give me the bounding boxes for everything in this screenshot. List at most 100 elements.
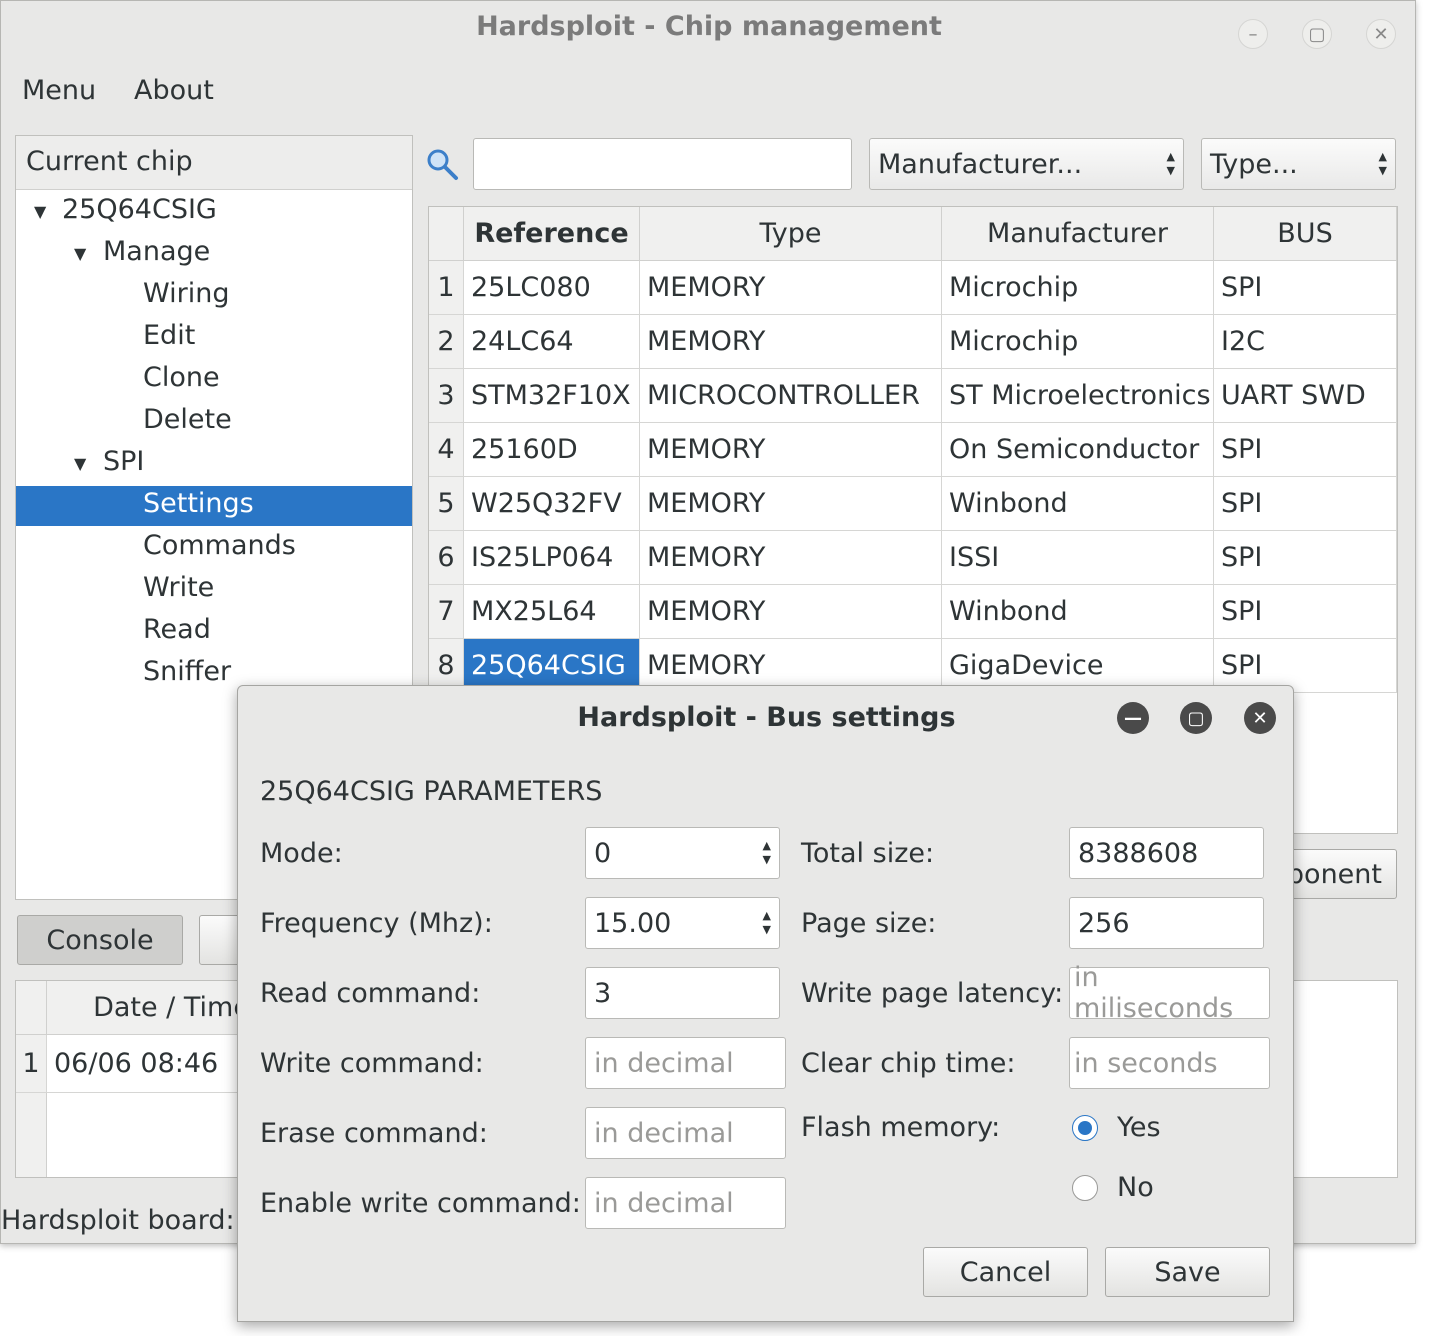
tree-header: Current chip <box>16 136 412 190</box>
table-cell-bus[interactable]: SPI <box>1214 477 1397 531</box>
tree-group-spi[interactable]: ▼ SPI <box>16 444 412 484</box>
frequency-label: Frequency (Mhz): <box>260 908 493 939</box>
tree-item-wiring[interactable]: Wiring <box>16 276 412 316</box>
clear-chip-time-input[interactable]: in seconds <box>1069 1037 1270 1089</box>
erase-command-label: Erase command: <box>260 1118 488 1149</box>
bus-settings-dialog: Hardsploit - Bus settings — ▢ ✕ 25Q64CSI… <box>237 685 1294 1322</box>
column-header-reference[interactable]: Reference <box>464 207 640 261</box>
tree-item-label: Delete <box>143 404 232 435</box>
row-number: 4 <box>429 423 464 477</box>
parameters-heading: 25Q64CSIG PARAMETERS <box>260 776 603 807</box>
expand-arrow-icon[interactable]: ▼ <box>34 202 46 221</box>
table-cell-type[interactable]: MICROCONTROLLER <box>640 369 942 423</box>
save-button[interactable]: Save <box>1105 1247 1270 1297</box>
status-bar: Hardsploit board: <box>1 1205 235 1236</box>
flash-memory-label: Flash memory: <box>801 1112 1001 1143</box>
type-select[interactable]: Type... ▲ ▼ <box>1201 138 1396 190</box>
flash-no-radio[interactable] <box>1072 1175 1098 1201</box>
table-cell-type[interactable]: MEMORY <box>640 315 942 369</box>
table-cell-type[interactable]: MEMORY <box>640 531 942 585</box>
updown-arrows-icon[interactable]: ▲ ▼ <box>763 909 771 937</box>
updown-arrows-icon[interactable]: ▲ ▼ <box>763 839 771 867</box>
table-cell-bus[interactable]: SPI <box>1214 423 1397 477</box>
write-page-latency-label: Write page latency: <box>801 978 1064 1009</box>
table-cell-type[interactable]: MEMORY <box>640 585 942 639</box>
table-cell-man[interactable]: ST Microelectronics <box>942 369 1214 423</box>
table-cell-ref[interactable]: 24LC64 <box>464 315 640 369</box>
close-icon[interactable]: ✕ <box>1244 702 1276 734</box>
table-cell-type[interactable]: MEMORY <box>640 477 942 531</box>
console-tab-button[interactable]: Console <box>17 915 183 965</box>
maximize-icon[interactable]: ▢ <box>1180 702 1212 734</box>
write-command-input[interactable]: in decimal <box>585 1037 786 1089</box>
tree-group-manage[interactable]: ▼ Manage <box>16 234 412 274</box>
table-cell-bus[interactable]: SPI <box>1214 261 1397 315</box>
expand-arrow-icon[interactable]: ▼ <box>74 454 86 473</box>
updown-arrows-icon: ▲ ▼ <box>1166 150 1175 177</box>
mode-label: Mode: <box>260 838 343 869</box>
column-header-bus[interactable]: BUS <box>1214 207 1397 261</box>
menu-menu[interactable]: Menu <box>22 75 96 106</box>
maximize-icon[interactable]: ▢ <box>1302 19 1332 49</box>
table-cell-ref[interactable]: 25LC080 <box>464 261 640 315</box>
table-cell-man[interactable]: Winbond <box>942 477 1214 531</box>
menu-about[interactable]: About <box>134 75 214 106</box>
expand-arrow-icon[interactable]: ▼ <box>74 244 86 263</box>
tree-item-label: Wiring <box>143 278 230 309</box>
column-header-type[interactable]: Type <box>640 207 942 261</box>
cancel-button[interactable]: Cancel <box>923 1247 1088 1297</box>
frequency-spinbox[interactable]: 15.00 ▲ ▼ <box>585 897 780 949</box>
table-cell-ref[interactable]: 25160D <box>464 423 640 477</box>
erase-command-input[interactable]: in decimal <box>585 1107 786 1159</box>
row-number: 1 <box>429 261 464 315</box>
page-size-input[interactable]: 256 <box>1069 897 1264 949</box>
mode-spinbox[interactable]: 0 ▲ ▼ <box>585 827 780 879</box>
write-page-latency-input[interactable]: in miliseconds <box>1069 962 1270 1024</box>
search-input[interactable] <box>473 138 852 190</box>
read-command-input[interactable]: 3 <box>585 967 780 1019</box>
row-gutter <box>16 1093 47 1177</box>
tree-item-delete[interactable]: Delete <box>16 402 412 442</box>
flash-no-label[interactable]: No <box>1117 1172 1154 1203</box>
close-icon[interactable]: ✕ <box>1366 19 1396 49</box>
table-cell-man[interactable]: ISSI <box>942 531 1214 585</box>
tree-chip-node[interactable]: ▼ 25Q64CSIG <box>16 192 412 232</box>
menubar: Menu About <box>1 71 1417 115</box>
tree-item-read[interactable]: Read <box>16 612 412 652</box>
table-cell-bus[interactable]: SPI <box>1214 585 1397 639</box>
manufacturer-select[interactable]: Manufacturer... ▲ ▼ <box>869 138 1184 190</box>
tree-item-commands[interactable]: Commands <box>16 528 412 568</box>
table-cell-man[interactable]: Microchip <box>942 261 1214 315</box>
total-size-input[interactable]: 8388608 <box>1069 827 1264 879</box>
minimize-icon[interactable]: — <box>1117 702 1149 734</box>
table-cell-ref[interactable]: W25Q32FV <box>464 477 640 531</box>
table-cell-bus[interactable]: UART SWD <box>1214 369 1397 423</box>
table-cell-type[interactable]: MEMORY <box>640 423 942 477</box>
enable-write-command-input[interactable]: in decimal <box>585 1177 786 1229</box>
tree-item-settings[interactable]: Settings <box>16 486 412 526</box>
row-number: 7 <box>429 585 464 639</box>
table-cell-type[interactable]: MEMORY <box>640 261 942 315</box>
flash-yes-radio[interactable] <box>1072 1115 1098 1141</box>
table-cell-man[interactable]: On Semiconductor <box>942 423 1214 477</box>
flash-yes-label[interactable]: Yes <box>1117 1112 1161 1143</box>
table-cell-man[interactable]: Microchip <box>942 315 1214 369</box>
row-number: 6 <box>429 531 464 585</box>
tree-item-label: Clone <box>143 362 220 393</box>
type-select-value: Type... <box>1210 148 1298 180</box>
table-cell-bus[interactable]: I2C <box>1214 315 1397 369</box>
tree-item-write[interactable]: Write <box>16 570 412 610</box>
table-cell-bus[interactable]: SPI <box>1214 531 1397 585</box>
table-cell-ref[interactable]: STM32F10X <box>464 369 640 423</box>
table-cell-ref[interactable]: IS25LP064 <box>464 531 640 585</box>
read-command-label: Read command: <box>260 978 481 1009</box>
minimize-icon[interactable]: – <box>1238 19 1268 49</box>
row-number: 5 <box>429 477 464 531</box>
tree-item-clone[interactable]: Clone <box>16 360 412 400</box>
tree-item-label: Commands <box>143 530 296 561</box>
row-number: 3 <box>429 369 464 423</box>
column-header-manufacturer[interactable]: Manufacturer <box>942 207 1214 261</box>
table-cell-man[interactable]: Winbond <box>942 585 1214 639</box>
tree-item-edit[interactable]: Edit <box>16 318 412 358</box>
table-cell-ref[interactable]: MX25L64 <box>464 585 640 639</box>
